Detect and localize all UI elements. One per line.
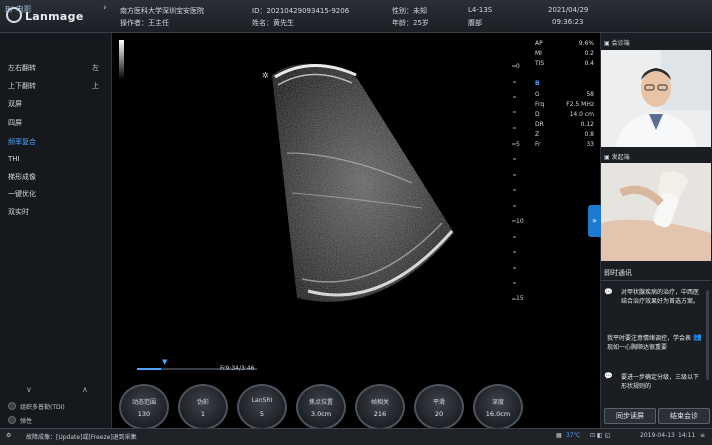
chat-divider: [601, 280, 711, 281]
chat-message-icon: 💬: [604, 288, 613, 296]
status-date: 2019-04-13: [640, 432, 675, 439]
menu-item-flip-lr-value: 左: [92, 64, 99, 72]
expand-panel-icon[interactable]: »: [588, 205, 601, 237]
param-ap-value: 9.6%: [578, 40, 594, 47]
option-tdi-icon: [8, 402, 16, 410]
param-dr-value: 0.12: [580, 121, 594, 128]
depth-tick-5: 5: [516, 141, 520, 148]
menu-item-auto-optimize[interactable]: 一键优化: [8, 189, 36, 199]
camera-icon: ▣: [604, 40, 612, 47]
param-dr-name: DR: [535, 121, 544, 128]
knob-pseudo-color[interactable]: 伪彩 1: [178, 384, 228, 430]
chat-scrollbar[interactable]: [706, 290, 709, 380]
menu-item-dual-screen[interactable]: 双屏: [8, 99, 22, 109]
header-date: 2021/04/29: [548, 6, 589, 14]
menu-item-thi[interactable]: THI: [8, 155, 20, 163]
menu-item-flip-ud-value: 上: [92, 82, 99, 90]
menu-item-freq-compound[interactable]: 频率复合: [8, 137, 36, 147]
header-time: 09:36:23: [552, 18, 584, 26]
depth-tick-10: 10: [516, 218, 524, 225]
cine-frame-readout: Fr9:34/3:46: [220, 365, 255, 372]
option-elastic-icon: [8, 416, 16, 424]
param-z-value: 0.8: [584, 131, 594, 138]
param-tis-value: 0.4: [584, 60, 594, 67]
header-bar: [0, 0, 712, 33]
param-fr-name: Fr: [535, 141, 541, 148]
svg-text:✲: ✲: [262, 71, 269, 80]
chat-title: 即时通讯: [604, 269, 632, 277]
status-time: 14:11: [678, 432, 696, 439]
status-tray-icon: ▦: [556, 432, 562, 439]
knob-focus-position[interactable]: 焦点位置 3.0cm: [296, 384, 346, 430]
knob-frame-correlation[interactable]: 帧相关 216: [355, 384, 405, 430]
param-g-value: 58: [586, 91, 594, 98]
option-tdi[interactable]: 组织多普勒(TDI): [8, 402, 65, 411]
param-frq-name: Frq: [535, 101, 545, 108]
param-tis-name: TIS: [535, 60, 545, 67]
patient-name: 姓名：黄先生: [252, 19, 294, 27]
param-z-name: Z: [535, 131, 540, 138]
cine-progress-marker-icon[interactable]: ▼: [162, 358, 167, 366]
param-mi-value: 0.2: [584, 50, 594, 57]
param-g-name: G: [535, 91, 540, 98]
menu-scroll-down-icon[interactable]: ∨: [26, 385, 32, 394]
menu-item-flip-ud[interactable]: 上下翻转: [8, 81, 36, 91]
probe-scan-image: [601, 163, 711, 261]
param-d-value: 14.0 cm: [569, 111, 594, 118]
temperature: 37℃: [566, 432, 581, 439]
patient-id: ID：20210429093415-9206: [252, 7, 350, 15]
sync-screen-button[interactable]: 同步读屏: [604, 408, 656, 424]
depth-tick-0: 0: [516, 63, 520, 70]
ultrasound-image: ✲: [262, 63, 454, 302]
initiator-label: ▣ 发起端: [604, 154, 630, 161]
end-consultation-button[interactable]: 结束会诊: [658, 408, 710, 424]
param-ap-name: AP: [535, 40, 543, 47]
menu-item-flip-lr[interactable]: 左右翻转: [8, 63, 36, 73]
status-text: 故障成像：[Update]或[Freeze]退到采集: [26, 434, 137, 441]
chat-reply-icon: 👥: [693, 333, 702, 341]
cine-progress-fill: [137, 368, 161, 370]
knob-dynamic-range[interactable]: 动态范围 130: [119, 384, 169, 430]
consultant-video[interactable]: [601, 50, 711, 147]
menu-item-dual-live[interactable]: 双实时: [8, 207, 29, 217]
doctor-avatar: [601, 50, 711, 147]
knob-depth[interactable]: 深度 16.0cm: [473, 384, 523, 430]
menu-scroll-up-icon[interactable]: ∧: [82, 385, 88, 394]
hospital-name: 南方医科大学深圳宝安医院: [120, 7, 204, 15]
param-mode: B: [535, 80, 540, 87]
patient-gender: 性别：未知: [392, 7, 427, 15]
operator: 操作者：王主任: [120, 19, 169, 27]
status-menu-icon[interactable]: ≡: [700, 432, 705, 439]
depth-scale-ticks: [512, 65, 516, 300]
knob-smooth[interactable]: 平滑 20: [414, 384, 464, 430]
initiator-video[interactable]: [601, 163, 711, 261]
menu-item-trapezoid[interactable]: 梯形成像: [8, 172, 36, 182]
param-frq-value: F2.5 MHz: [566, 101, 594, 108]
param-d-name: D: [535, 111, 540, 118]
status-tray-icons: ⊡ ◧ ◱: [590, 432, 611, 439]
chat-message: 要进一步确定分级，三级以下形状规则的: [621, 374, 700, 390]
menu-item-quad-screen[interactable]: 四屏: [8, 118, 22, 128]
probe-name: L4-13S: [468, 6, 493, 14]
knob-lansri[interactable]: LanSRI 5: [237, 384, 287, 430]
left-menu-panel: [0, 33, 112, 428]
option-elastic[interactable]: 弹性: [8, 416, 32, 425]
param-mi-name: MI: [535, 50, 542, 57]
meeting-label: ▣ 会诊端: [604, 40, 630, 47]
menu-title: B/ 电影: [5, 5, 32, 14]
patient-age: 年龄：25岁: [392, 19, 429, 27]
chat-message-icon: 💬: [604, 372, 613, 380]
chat-message: 我平时要注意情绪调控，学会表现如一心胸顺达很重要: [607, 335, 692, 351]
exam-region: 腹部: [468, 19, 482, 27]
depth-tick-15: 15: [516, 295, 524, 302]
menu-expand-icon[interactable]: ›: [103, 3, 107, 13]
param-fr-value: 33: [586, 141, 594, 148]
status-gear-icon[interactable]: ⚙: [6, 432, 11, 439]
chat-message: 对甲状腺疾病的治疗，中西医结合治疗效果好为首选方案。: [621, 289, 700, 305]
camera-icon: ▣: [604, 154, 612, 161]
